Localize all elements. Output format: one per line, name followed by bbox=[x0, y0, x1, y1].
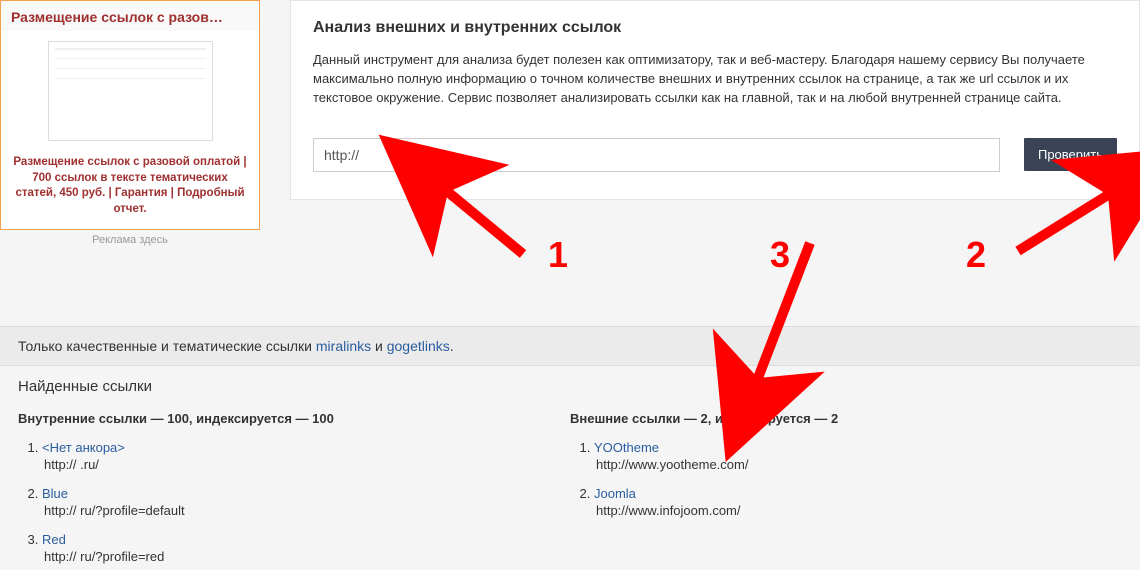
link-url: http:// ru/?profile=default bbox=[42, 503, 570, 518]
list-item: Blue http:// ru/?profile=default bbox=[42, 486, 570, 518]
link-anchor[interactable]: <Нет анкора> bbox=[42, 440, 125, 455]
ad-thumbnail bbox=[48, 41, 213, 141]
results-heading: Найденные ссылки bbox=[18, 378, 1122, 395]
link-url: http://www.yootheme.com/ bbox=[594, 457, 1122, 472]
list-item: Joomla http://www.infojoom.com/ bbox=[594, 486, 1122, 518]
internal-links-column: Внутренние ссылки — 100, индексируется —… bbox=[18, 411, 570, 570]
banner-link-miralinks[interactable]: miralinks bbox=[316, 338, 371, 354]
link-anchor[interactable]: Red bbox=[42, 532, 66, 547]
ad-card[interactable]: Размещение ссылок с разов… Размещение сс… bbox=[0, 0, 260, 230]
link-url: http://www.infojoom.com/ bbox=[594, 503, 1122, 518]
external-links-column: Внешние ссылки — 2, индексируется — 2 YO… bbox=[570, 411, 1122, 570]
ad-description: Размещение ссылок с разовой оплатой | 70… bbox=[1, 149, 259, 229]
tool-heading: Анализ внешних и внутренних ссылок bbox=[313, 19, 1117, 37]
external-links-heading: Внешние ссылки — 2, индексируется — 2 bbox=[570, 411, 1122, 426]
banner-link-gogetlinks[interactable]: gogetlinks bbox=[387, 338, 450, 354]
list-item: YOOtheme http://www.yootheme.com/ bbox=[594, 440, 1122, 472]
link-anchor[interactable]: Joomla bbox=[594, 486, 636, 501]
tool-card: Анализ внешних и внутренних ссылок Данны… bbox=[290, 0, 1140, 200]
link-url: http:// ru/?profile=red bbox=[42, 549, 570, 564]
list-item: Red http:// ru/?profile=red bbox=[42, 532, 570, 564]
results-section: Найденные ссылки Внутренние ссылки — 100… bbox=[0, 366, 1140, 570]
ad-title: Размещение ссылок с разов… bbox=[1, 1, 259, 31]
link-anchor[interactable]: Blue bbox=[42, 486, 68, 501]
check-button[interactable]: Проверить bbox=[1024, 138, 1117, 171]
link-anchor[interactable]: YOOtheme bbox=[594, 440, 659, 455]
internal-links-heading: Внутренние ссылки — 100, индексируется —… bbox=[18, 411, 570, 426]
ad-footnote[interactable]: Реклама здесь bbox=[0, 234, 260, 246]
banner-text: Только качественные и тематические ссылк… bbox=[18, 338, 316, 354]
link-url: http:// .ru/ bbox=[42, 457, 570, 472]
promo-banner: Только качественные и тематические ссылк… bbox=[0, 326, 1140, 366]
tool-description: Данный инструмент для анализа будет поле… bbox=[313, 51, 1117, 108]
list-item: <Нет анкора> http:// .ru/ bbox=[42, 440, 570, 472]
url-input[interactable] bbox=[313, 138, 1000, 172]
